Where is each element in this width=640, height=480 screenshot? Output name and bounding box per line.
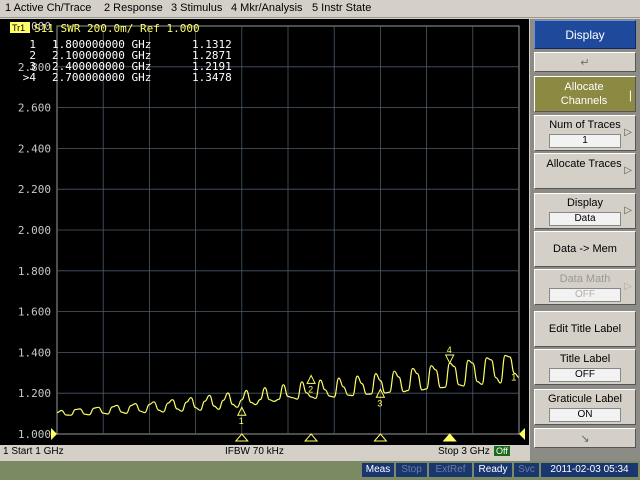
title-label-value: OFF [549,368,621,382]
stop-indicator: Stop [396,463,427,477]
marker-3-axis-indicator [373,433,388,442]
instrument-screen: 3.000 2.800 2.600 2.400 2.200 2.000 1.800 1.600… [0,19,529,445]
menu-mkr-analysis[interactable]: 4 Mkr/Analysis [231,2,303,14]
num-traces-label: Num of Traces [549,119,621,131]
y-tick-label: 1.600 [18,306,51,319]
marker-table: 1 1.800000000 GHz 1.13122 2.100000000 GHz 1.… [23,38,232,84]
data-mem-label: Data -> Mem [553,243,617,255]
chevron-right-icon: ▷ [624,205,632,216]
marker-1-label: 1 [239,416,244,426]
marker-table-value: 1.3478 [192,71,232,84]
softkey-back-button[interactable]: ↵ [534,52,636,72]
title-label-label: Title Label [559,353,611,365]
menu-instr-state[interactable]: 5 Instr State [312,2,371,14]
marker-2-axis-indicator [304,433,319,442]
softkey-title-label[interactable]: Title Label OFF [534,349,636,385]
chevron-right-icon: ▷ [624,127,632,138]
softkey-data-math[interactable]: Data Math OFF ▷ [534,269,636,305]
y-tick-label: 1.200 [18,387,51,400]
display-value: Data [549,212,621,226]
y-tick-label: 2.000 [18,224,51,237]
chevron-right-icon: ▷ [624,281,632,292]
trace-header: Tr1 S11 SWR 200.0m/ Ref 1.000 [10,22,200,35]
y-tick-label: 1.400 [18,346,51,359]
more-arrow-icon: ↘ [580,433,590,445]
y-tick-label: 1.800 [18,265,51,278]
instrument-status-bar: Meas Stop ExtRef Ready Svc 2011-02-03 05… [0,461,640,480]
y-tick-label: 1.000 [18,428,51,441]
stop-frequency[interactable]: Stop 3 GHz [438,446,490,457]
softkey-display[interactable]: Display Data ▷ [534,193,636,229]
y-tick-label: 2.600 [18,102,51,115]
extref-indicator: ExtRef [429,463,472,477]
menu-bar: 1 Active Ch/Trace 2 Response 3 Stimulus … [0,0,640,18]
date-time: 2011-02-03 05:34 [541,463,638,477]
trace-header-text: S11 SWR 200.0m/ Ref 1.000 [34,22,200,35]
allocate-traces-label: Allocate Traces [546,158,622,170]
softkey-allocate-traces[interactable]: Allocate Traces ▷ [534,153,636,189]
graticule-label-label: Graticule Label [548,393,622,405]
menu-response[interactable]: 2 Response [104,2,163,14]
softkey-edit-title-label[interactable]: Edit Title Label [534,311,636,347]
selected-bar-icon: | [628,88,632,102]
softkey-graticule-label[interactable]: Graticule Label ON [534,389,636,425]
softkey-panel: Display ↵ Allocate Channels | Num of Trac… [530,19,640,461]
marker-4-label: 4 [447,345,452,355]
svc-indicator: Svc [514,463,539,477]
data-math-label: Data Math [559,273,611,285]
y-tick-label: 2.400 [18,142,51,155]
marker-4-triangle [444,354,455,365]
num-traces-value: 1 [549,134,621,148]
chevron-right-icon: ▷ [624,165,632,176]
channel-status-bar: 1 Start 1 GHz IFBW 70 kHz Stop 3 GHz Off [0,445,529,459]
marker-2-triangle [306,374,316,384]
softkey-title-label: Display [565,28,605,42]
start-frequency[interactable]: 1 Start 1 GHz [3,446,64,457]
graticule-label-value: ON [549,408,621,422]
softkey-data-to-mem[interactable]: Data -> Mem [534,231,636,267]
y-tick-label: 2.200 [18,183,51,196]
reference-left-marker [51,428,57,440]
swr-chart: 3.0002.8002.6002.4002.2002.0001.8001.600… [10,20,525,442]
marker-1-axis-indicator [234,433,249,442]
meas-indicator: Meas [362,463,394,477]
graticule [56,25,520,435]
marker-2-label: 2 [308,384,313,394]
trace-badge: Tr1 [12,23,25,33]
edit-title-label: Edit Title Label [548,323,622,335]
menu-stimulus[interactable]: 3 Stimulus [171,2,222,14]
reference-right-marker [519,428,525,440]
marker-3-label: 3 [377,398,382,408]
back-arrow-icon: ↵ [580,57,590,69]
marker-table-id: >4 [23,71,37,84]
softkey-menu-title[interactable]: Display [534,20,636,49]
ifbw-readout[interactable]: IFBW 70 kHz [225,446,284,457]
average-off-badge: Off [494,446,510,456]
softkey-more-button[interactable]: ↘ [534,428,636,448]
data-math-value: OFF [549,288,621,302]
trace-number-label: 1 [511,372,517,383]
ready-indicator: Ready [474,463,512,477]
softkey-num-of-traces[interactable]: Num of Traces 1 ▷ [534,115,636,151]
marker-4-axis-indicator [442,433,457,442]
softkey-allocate-channels[interactable]: Allocate Channels | [534,76,636,112]
menu-active-ch-trace[interactable]: 1 Active Ch/Trace [5,2,91,14]
display-label: Display [566,197,604,209]
marker-table-frequency: 2.700000000 GHz [52,71,151,84]
allocate-channels-label: Allocate Channels [560,81,608,107]
